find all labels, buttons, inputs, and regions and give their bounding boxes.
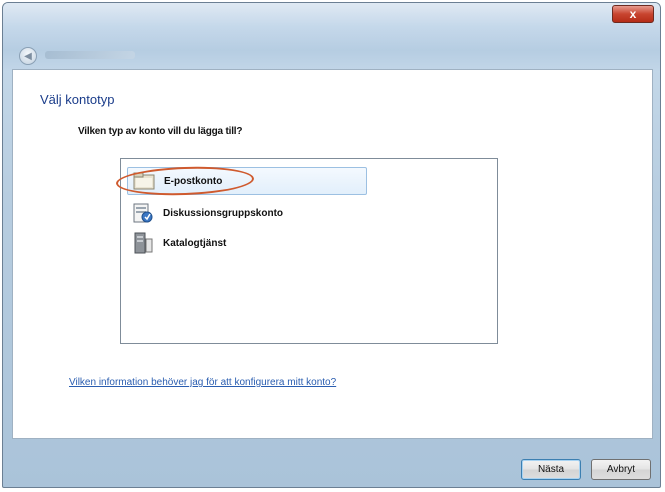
- close-button[interactable]: x: [612, 5, 654, 23]
- back-arrow-icon: ◀: [24, 50, 32, 62]
- help-link[interactable]: Vilken information behöver jag för att k…: [69, 377, 336, 388]
- question-label: Vilken typ av konto vill du lägga till?: [78, 126, 243, 137]
- directory-server-icon: [131, 231, 155, 255]
- back-button[interactable]: ◀: [19, 47, 37, 65]
- window-title-blurred: [45, 51, 135, 59]
- next-button[interactable]: Nästa: [521, 459, 581, 480]
- title-bar[interactable]: x ◀: [3, 3, 660, 71]
- page-title: Välj kontotyp: [40, 92, 115, 107]
- dialog-window: x ◀ Välj kontotyp Vilken typ av konto vi…: [2, 2, 661, 488]
- wizard-content: Välj kontotyp Vilken typ av konto vill d…: [12, 69, 653, 439]
- list-item-directory-service[interactable]: Katalogtjänst: [127, 229, 367, 257]
- cancel-button[interactable]: Avbryt: [591, 459, 651, 480]
- close-icon: x: [629, 7, 637, 21]
- list-item-newsgroup-account[interactable]: Diskussionsgruppskonto: [127, 199, 367, 227]
- list-item-label: Diskussionsgruppskonto: [163, 207, 284, 219]
- newsgroup-icon: [131, 201, 155, 225]
- list-item-label: Katalogtjänst: [163, 237, 227, 249]
